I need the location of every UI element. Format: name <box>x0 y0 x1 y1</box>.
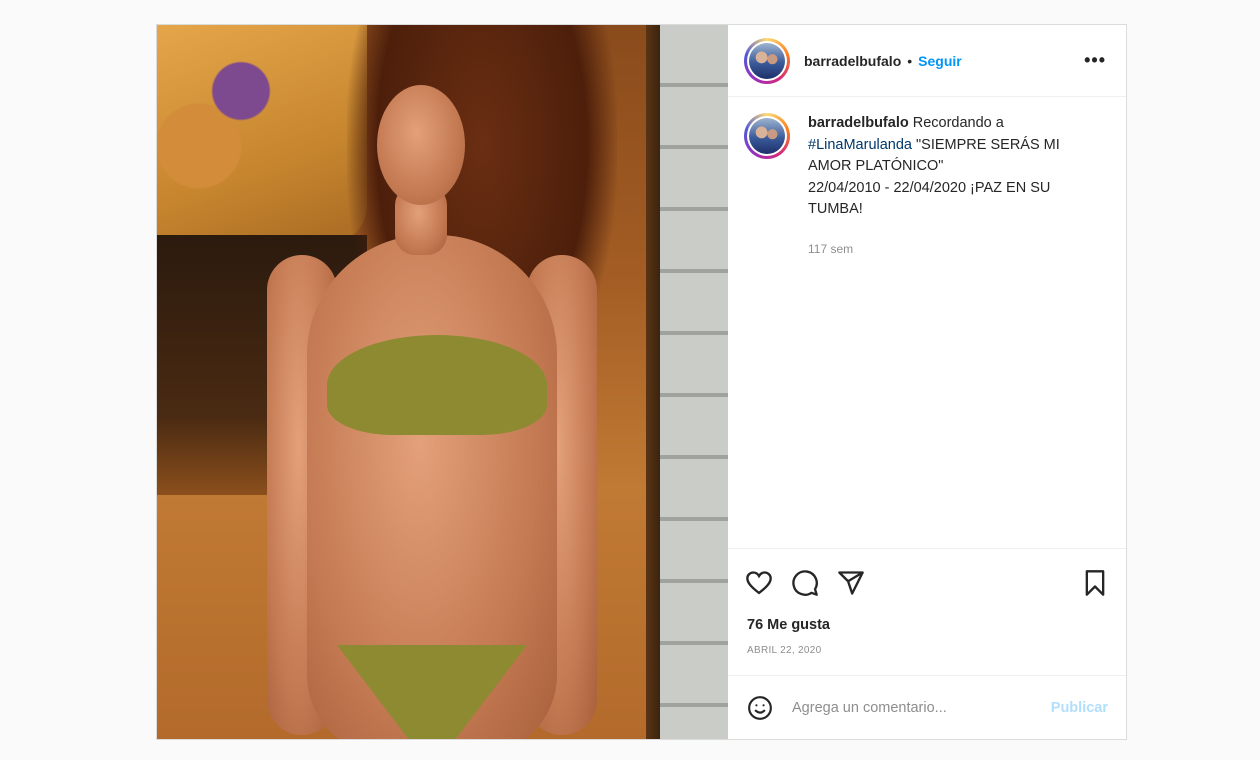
comment-input[interactable] <box>792 699 1051 716</box>
author-avatar[interactable] <box>744 37 790 84</box>
caption-body: barradelbufalo Recordando a #LinaMarulan… <box>808 113 1098 260</box>
post-photo[interactable] <box>157 25 728 739</box>
post-header: barradelbufalo • Seguir ••• <box>728 25 1126 97</box>
header-separator: • <box>907 52 913 69</box>
post-side-panel: barradelbufalo • Seguir ••• barradelbufa… <box>728 25 1126 739</box>
more-options-icon[interactable]: ••• <box>1080 46 1110 75</box>
post-caption: barradelbufalo Recordando a #LinaMarulan… <box>728 97 1126 549</box>
caption-text: barradelbufalo Recordando a #LinaMarulan… <box>808 113 1098 221</box>
photo-swimsuit-top <box>327 335 547 435</box>
caption-username[interactable]: barradelbufalo <box>808 115 909 131</box>
caption-dates: 22/04/2010 - 22/04/2020 ¡PAZ EN SU TUMBA… <box>808 179 1051 218</box>
avatar-image <box>749 118 785 154</box>
photo-face <box>377 85 465 205</box>
caption-avatar[interactable] <box>744 113 790 159</box>
photo-wood-wall <box>660 25 728 739</box>
comment-bar: Publicar <box>728 675 1126 739</box>
post-date[interactable]: ABRIL 22, 2020 <box>728 645 1126 675</box>
avatar-ring <box>747 116 787 156</box>
author-username[interactable]: barradelbufalo <box>804 53 901 69</box>
heart-icon[interactable] <box>742 566 776 600</box>
publish-button[interactable]: Publicar <box>1051 700 1108 716</box>
photo-wood-edge <box>646 25 660 739</box>
smiley-icon[interactable] <box>746 694 774 722</box>
photo-figure <box>267 85 597 739</box>
post-actions <box>728 549 1126 617</box>
caption-time-ago[interactable]: 117 sem <box>808 239 1098 261</box>
avatar-ring <box>747 40 787 81</box>
caption-hashtag[interactable]: #LinaMarulanda <box>808 137 912 153</box>
comment-bubble-icon[interactable] <box>788 566 822 600</box>
instagram-post: barradelbufalo • Seguir ••• barradelbufa… <box>156 24 1127 740</box>
bookmark-icon[interactable] <box>1078 566 1112 600</box>
caption-prefix: Recordando a <box>912 115 1004 131</box>
like-count[interactable]: 76 Me gusta <box>728 617 1126 639</box>
paper-plane-icon[interactable] <box>834 566 868 600</box>
follow-button[interactable]: Seguir <box>918 53 962 69</box>
avatar-image <box>749 42 785 79</box>
